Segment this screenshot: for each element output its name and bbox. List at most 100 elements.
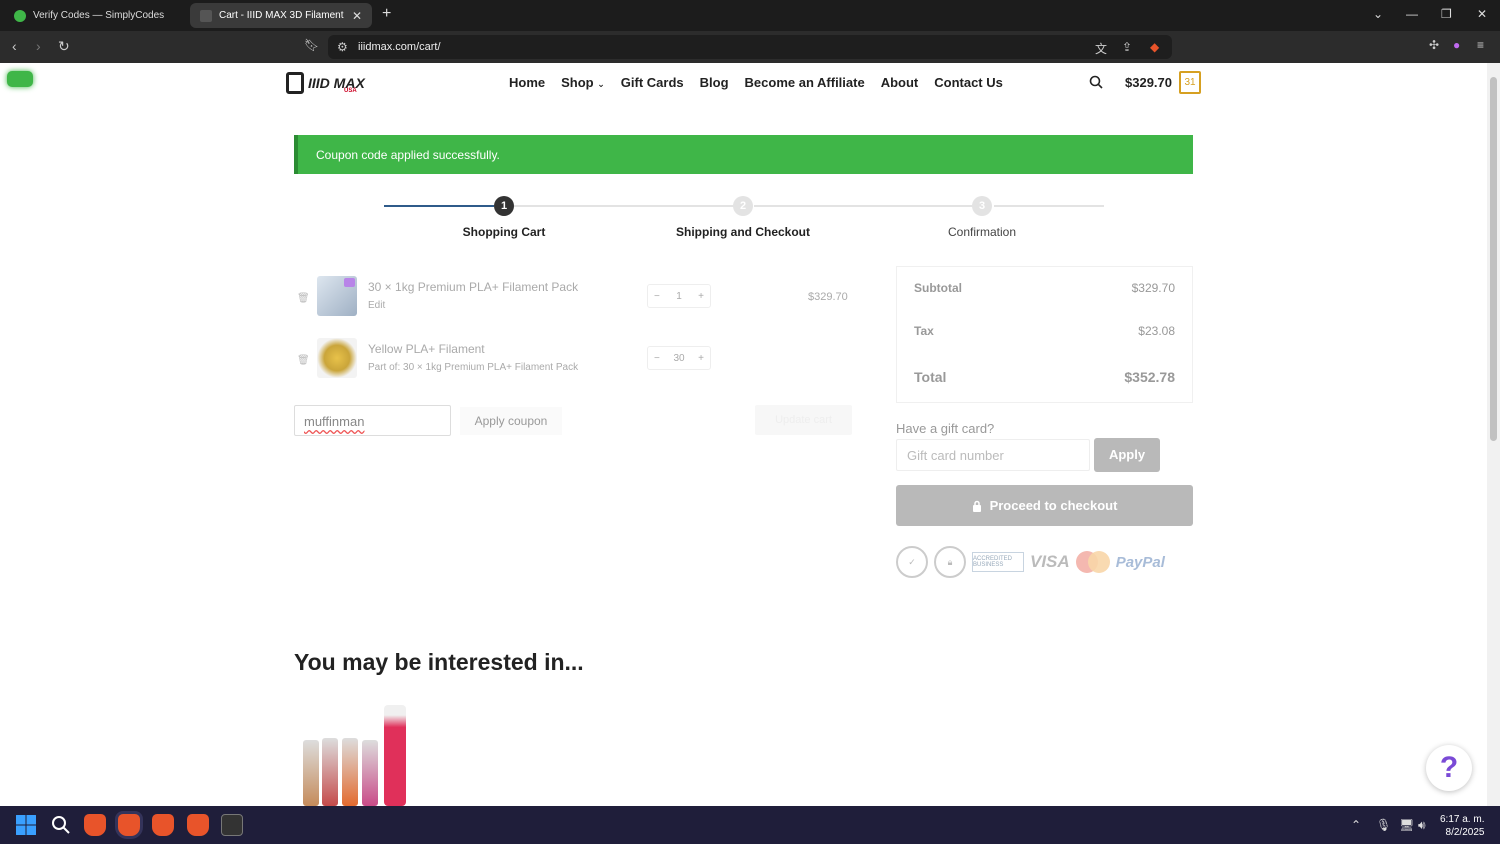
checkout-steps: 1 2 3 Shopping Cart Shipping and Checkou… [384,196,1104,246]
close-tab-icon[interactable]: ✕ [352,9,362,23]
tax-row: Tax $23.08 [914,324,1175,338]
nav-shop-label: Shop [561,75,594,90]
logo-sub: USA [344,88,357,94]
leo-ai-icon[interactable]: ● [1453,38,1460,52]
quantity-stepper[interactable]: − 1 + [647,284,711,308]
step-2-label: Shipping and Checkout [676,225,810,239]
update-cart-button[interactable]: Update cart [755,405,852,435]
plus-icon[interactable]: + [698,291,704,302]
brave-browser-icon[interactable] [84,814,106,836]
network-icon[interactable]: 🖥︎ [1399,818,1414,832]
related-products-heading: You may be interested in... [294,649,584,675]
subtotal-value: $329.70 [1131,281,1175,295]
brave-browser-icon[interactable] [187,814,209,836]
bookmark-icon[interactable]: 🔖︎ [304,38,319,52]
volume-icon[interactable]: 🔊︎ [1418,818,1426,833]
nav-about[interactable]: About [881,75,919,90]
cart-item: 🗑︎ Yellow PLA+ Filament Part of: 30 × 1k… [294,338,854,390]
nav-blog[interactable]: Blog [700,75,729,90]
subtotal-label: Subtotal [914,281,962,295]
microphone-icon[interactable]: 🎙︎ [1376,818,1391,832]
window-close-icon[interactable]: ✕ [1477,7,1487,21]
trash-icon[interactable]: 🗑︎ [297,355,310,366]
nav-affiliate[interactable]: Become an Affiliate [745,75,865,90]
product-price: $329.70 [808,291,848,303]
proceed-to-checkout-button[interactable]: Proceed to checkout [896,485,1193,526]
minus-icon[interactable]: − [654,291,660,302]
edit-link[interactable]: Edit [368,300,385,311]
gift-card-input[interactable]: Gift card number [896,439,1090,471]
brave-shields-icon[interactable]: ◆ [1150,40,1159,54]
tray-chevron-up-icon[interactable]: ⌃ [1351,818,1361,832]
extension-indicator[interactable] [7,71,33,87]
nav-gift-cards[interactable]: Gift Cards [621,75,684,90]
terminal-icon[interactable] [221,814,243,836]
page-scrollbar[interactable] [1487,63,1500,806]
clock-time: 6:17 a. m. [1440,814,1485,825]
share-icon[interactable]: ⇪ [1122,40,1132,54]
payment-logos: ✓ 🔒︎ ACCREDITED BUSINESS VISA PayPal [896,545,1196,579]
brave-browser-active-icon[interactable] [118,814,140,836]
tax-label: Tax [914,324,934,338]
quantity-value: 30 [673,352,685,364]
header-cart-total[interactable]: $329.70 [1125,75,1172,90]
translate-icon[interactable]: 文 [1095,40,1107,57]
cart-count-badge[interactable]: 31 [1179,71,1201,94]
coupon-input[interactable]: muffinman [294,405,451,436]
related-product-image[interactable] [300,705,410,806]
forward-icon[interactable]: › [36,38,41,54]
browser-tab-bar: Verify Codes — SimplyCodes Cart - IIID M… [0,0,1500,31]
chevron-down-icon: ⌄ [597,79,605,89]
system-clock[interactable]: 6:17 a. m. 8/2/2025 [1440,813,1484,839]
scrollbar-thumb[interactable] [1490,77,1497,441]
cart-totals: Subtotal $329.70 Tax $23.08 Total $352.7… [896,266,1193,403]
reload-icon[interactable]: ↻ [58,38,70,55]
apply-coupon-button[interactable]: Apply coupon [460,407,562,435]
lock-icon [972,500,981,512]
step-1-label: Shopping Cart [462,225,546,239]
site-logo[interactable]: IIID MAX USA [286,71,366,95]
site-settings-icon[interactable]: ⚙︎ [337,40,348,54]
windows-start-icon[interactable] [15,814,37,836]
address-bar[interactable]: ⚙︎ iiidmax.com/cart/ 文 ⇪ ◆ [328,35,1172,59]
gift-card-apply-button[interactable]: Apply [1094,438,1160,472]
trash-icon[interactable]: 🗑︎ [297,293,310,304]
restore-icon[interactable]: ❐ [1441,7,1452,21]
nav-home[interactable]: Home [509,75,545,90]
extensions-icon[interactable]: ✣ [1429,38,1439,52]
minus-icon[interactable]: − [654,353,660,364]
url-text: iiidmax.com/cart/ [358,41,441,53]
nav-contact[interactable]: Contact Us [934,75,1003,90]
new-tab-icon[interactable]: + [382,5,391,23]
search-icon[interactable] [1089,75,1103,89]
page-content: IIID MAX USA Home Shop ⌄ Gift Cards Blog… [0,63,1487,806]
success-notice: Coupon code applied successfully. [294,135,1193,174]
product-name[interactable]: 30 × 1kg Premium PLA+ Filament Pack [368,280,578,294]
plus-icon[interactable]: + [698,353,704,364]
product-thumbnail[interactable] [317,338,357,378]
taskbar-search-icon[interactable] [50,814,72,836]
tax-value: $23.08 [1138,324,1175,338]
back-icon[interactable]: ‹ [12,38,17,54]
product-name[interactable]: Yellow PLA+ Filament [368,342,485,356]
subtotal-row: Subtotal $329.70 [914,281,1175,295]
total-value: $352.78 [1124,369,1175,385]
menu-icon[interactable]: ≡ [1477,38,1484,52]
gift-card-label: Have a gift card? [896,421,995,436]
quantity-stepper[interactable]: − 30 + [647,346,711,370]
step-1-number: 1 [494,196,514,216]
iiidmax-favicon-icon [200,9,212,22]
checkout-label: Proceed to checkout [989,498,1118,513]
minimize-icon[interactable]: — [1406,7,1418,21]
nav-shop[interactable]: Shop ⌄ [561,75,605,90]
browser-tab-cart[interactable]: Cart - IIID MAX 3D Filament | Pl ✕ [190,3,372,28]
product-badge-icon [344,278,355,287]
help-button[interactable]: ? [1426,745,1472,791]
browser-tab-simplycodes[interactable]: Verify Codes — SimplyCodes [4,3,184,28]
main-nav: Home Shop ⌄ Gift Cards Blog Become an Af… [509,75,1003,90]
tab-list-chevron-icon[interactable]: ⌄ [1373,7,1383,21]
mastercard-logo-icon [1075,551,1110,573]
brave-browser-icon[interactable] [152,814,174,836]
product-thumbnail[interactable] [317,276,357,316]
total-label: Total [914,369,947,385]
